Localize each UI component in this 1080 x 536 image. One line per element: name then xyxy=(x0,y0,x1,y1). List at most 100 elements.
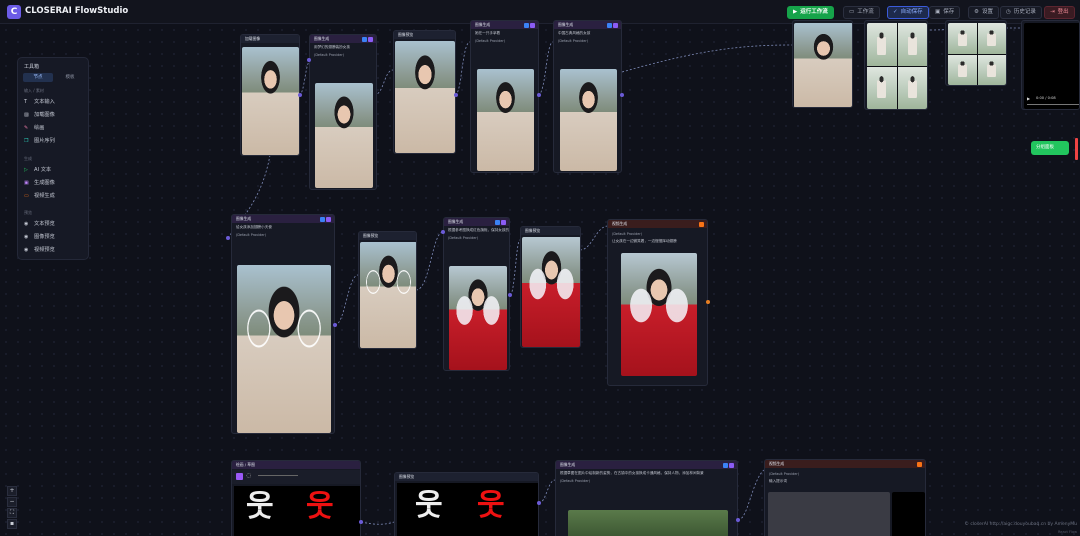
node-title-text: 图像生成 xyxy=(314,36,330,41)
provider-select[interactable]: (Default Provider) xyxy=(232,232,334,238)
node-title-text: 图像生成 xyxy=(448,219,464,224)
play-icon[interactable] xyxy=(699,221,704,227)
eye-icon: ◉ xyxy=(24,247,29,253)
play-icon[interactable] xyxy=(613,22,618,28)
draw-canvas[interactable]: 웃 웃 xyxy=(234,486,360,536)
image-preview-node[interactable]: 图像预览 xyxy=(520,226,581,348)
play-icon[interactable] xyxy=(729,462,734,468)
section-input-label: 输入 / 素材 xyxy=(24,88,44,93)
play-icon[interactable] xyxy=(368,36,373,42)
image-preview-node[interactable]: 图像预览 xyxy=(393,30,456,154)
provider-select[interactable]: (Default Provider) xyxy=(765,468,925,477)
image-grid-node[interactable] xyxy=(945,20,1007,86)
image-grid xyxy=(948,23,1006,85)
node-image xyxy=(449,266,507,370)
video-player[interactable] xyxy=(621,253,697,376)
palette-item-text-preview[interactable]: ◉ 文本预览 xyxy=(24,220,55,227)
play-icon[interactable]: ▶ xyxy=(1027,96,1030,101)
play-icon[interactable] xyxy=(326,216,331,222)
tab-templates[interactable]: 模板 xyxy=(55,73,85,82)
node-handle[interactable] xyxy=(537,501,541,505)
image-grid-node[interactable] xyxy=(864,20,928,110)
video-gen-node[interactable]: 视频生成 (Default Provider) 让女孩在一边微笑着，一边慢慢挥动… xyxy=(607,219,708,386)
play-icon[interactable] xyxy=(501,219,506,225)
brush-icon[interactable] xyxy=(236,473,243,480)
node-handle[interactable] xyxy=(454,93,458,97)
palette-item-generate-image[interactable]: ▣ 生成图像 xyxy=(24,179,55,186)
video-player[interactable] xyxy=(768,492,890,536)
palette-item-text-input[interactable]: T 文本输入 xyxy=(24,98,55,105)
node-handle[interactable] xyxy=(706,300,710,304)
palette-item-draw[interactable]: ✎ 绘画 xyxy=(24,124,44,131)
tab-nodes[interactable]: 节点 xyxy=(23,73,53,82)
text-icon: T xyxy=(24,99,28,105)
image-gen-node[interactable]: 图像生成 根据草图在图片中绘制新的姿势，在古镇中的女孩换成卡通风格，保持人物，添… xyxy=(555,460,738,536)
node-title: 绘画 / 草图 xyxy=(232,461,360,469)
image-gen-node[interactable]: 图像生成 她在一只手拿着 (Default Provider) xyxy=(470,20,539,173)
video-progress[interactable] xyxy=(1027,104,1079,105)
run-icon[interactable] xyxy=(495,219,500,225)
provider-select[interactable]: (Default Provider) xyxy=(444,235,509,241)
prompt-text[interactable]: 根据草图在图片中绘制新的姿势，在古镇中的女孩换成卡通风格，保持人物，添加林间背景 xyxy=(556,469,737,478)
node-handle[interactable] xyxy=(508,293,512,297)
fit-view-button[interactable]: ⛶ xyxy=(7,508,17,518)
palette-item-image-preview[interactable]: ◉ 图像预览 xyxy=(24,233,55,240)
eraser-icon[interactable]: ◌ xyxy=(246,472,251,479)
node-handle[interactable] xyxy=(441,230,445,234)
node-handle[interactable] xyxy=(359,520,363,524)
lock-icon[interactable]: ▪ xyxy=(7,519,17,529)
draw-toolbar[interactable]: ◌ xyxy=(232,470,360,484)
video-preview-node[interactable]: ▶ 0:00 / 0:08 xyxy=(1021,20,1080,110)
node-handle[interactable] xyxy=(298,93,302,97)
node-title-text: 图像生成 xyxy=(236,216,252,221)
palette-item-load-image[interactable]: ▨ 加载图像 xyxy=(24,111,55,118)
provider-select[interactable]: (Default Provider) xyxy=(608,228,707,237)
palette-item-image-sequence[interactable]: ❐ 图片序列 xyxy=(24,137,55,144)
provider-select[interactable]: (Default Provider) xyxy=(556,478,737,484)
prompt-text[interactable]: 输入提示词 xyxy=(765,477,925,486)
play-icon[interactable] xyxy=(530,22,535,28)
palette-item-ai-text[interactable]: ▷ AI 文本 xyxy=(24,166,51,173)
node-title: 视频生成 xyxy=(608,220,707,228)
run-icon[interactable] xyxy=(524,22,529,28)
provider-select[interactable]: (Default Provider) xyxy=(554,38,621,44)
grid-image xyxy=(867,66,897,109)
zoom-out-button[interactable]: − xyxy=(7,497,17,507)
section-preview-label: 预览 xyxy=(24,210,32,215)
draw-node[interactable]: 绘画 / 草图 ◌ 웃 웃 xyxy=(231,460,361,536)
node-handle[interactable] xyxy=(537,93,541,97)
run-icon[interactable] xyxy=(320,216,325,222)
load-image-node[interactable]: 加载图像 xyxy=(240,34,300,156)
group-panel-button[interactable]: 分组面板 xyxy=(1031,141,1069,155)
side-marker xyxy=(1075,138,1078,160)
node-title: 图像生成 xyxy=(471,21,538,29)
brush-size-slider[interactable] xyxy=(258,475,298,476)
node-image xyxy=(395,41,455,153)
node-handle[interactable] xyxy=(736,518,740,522)
node-actions xyxy=(606,22,618,31)
zoom-in-button[interactable]: + xyxy=(7,486,17,496)
node-handle[interactable] xyxy=(620,93,624,97)
image-preview-node[interactable]: 图像预览 웃 웃 xyxy=(394,472,539,536)
image-gen-node[interactable]: 图像生成 根据参考图换成红色旗袍，保持女孩的姿势 (Default Provid… xyxy=(443,217,510,371)
run-icon[interactable] xyxy=(723,462,728,468)
run-icon[interactable] xyxy=(362,36,367,42)
palette-item-video-preview[interactable]: ◉ 视频预览 xyxy=(24,246,55,253)
image-preview-node[interactable]: 图像预览 xyxy=(358,231,417,349)
palette-item-video-gen[interactable]: ▭ 视频生成 xyxy=(24,192,55,199)
image-gen-node[interactable]: 图像生成 中国古典风格的女孩 (Default Provider) xyxy=(553,20,622,173)
run-icon[interactable] xyxy=(607,22,612,28)
image-gen-node[interactable]: 图像生成 用梦幻的翅膀装扮女孩 (Default Provider) xyxy=(309,34,377,190)
image-gen-node[interactable]: 图像生成 给女孩添加翅膀小天使 (Default Provider) xyxy=(231,214,335,434)
node-handle[interactable] xyxy=(333,323,337,327)
provider-select[interactable]: (Default Provider) xyxy=(310,52,376,58)
video-gen-node[interactable]: 视频生成 (Default Provider) 输入提示词 xyxy=(764,459,926,536)
node-handle[interactable] xyxy=(226,236,230,240)
node-title: 图像生成 xyxy=(556,461,737,469)
prompt-text[interactable]: 让女孩在一边微笑着，一边慢慢挥动翅膀 xyxy=(608,237,707,246)
image-preview-node[interactable] xyxy=(792,20,853,108)
react-flow-attribution[interactable]: React Flow xyxy=(1058,530,1077,534)
play-icon[interactable] xyxy=(917,461,922,467)
provider-select[interactable]: (Default Provider) xyxy=(471,38,538,44)
node-handle[interactable] xyxy=(307,58,311,62)
